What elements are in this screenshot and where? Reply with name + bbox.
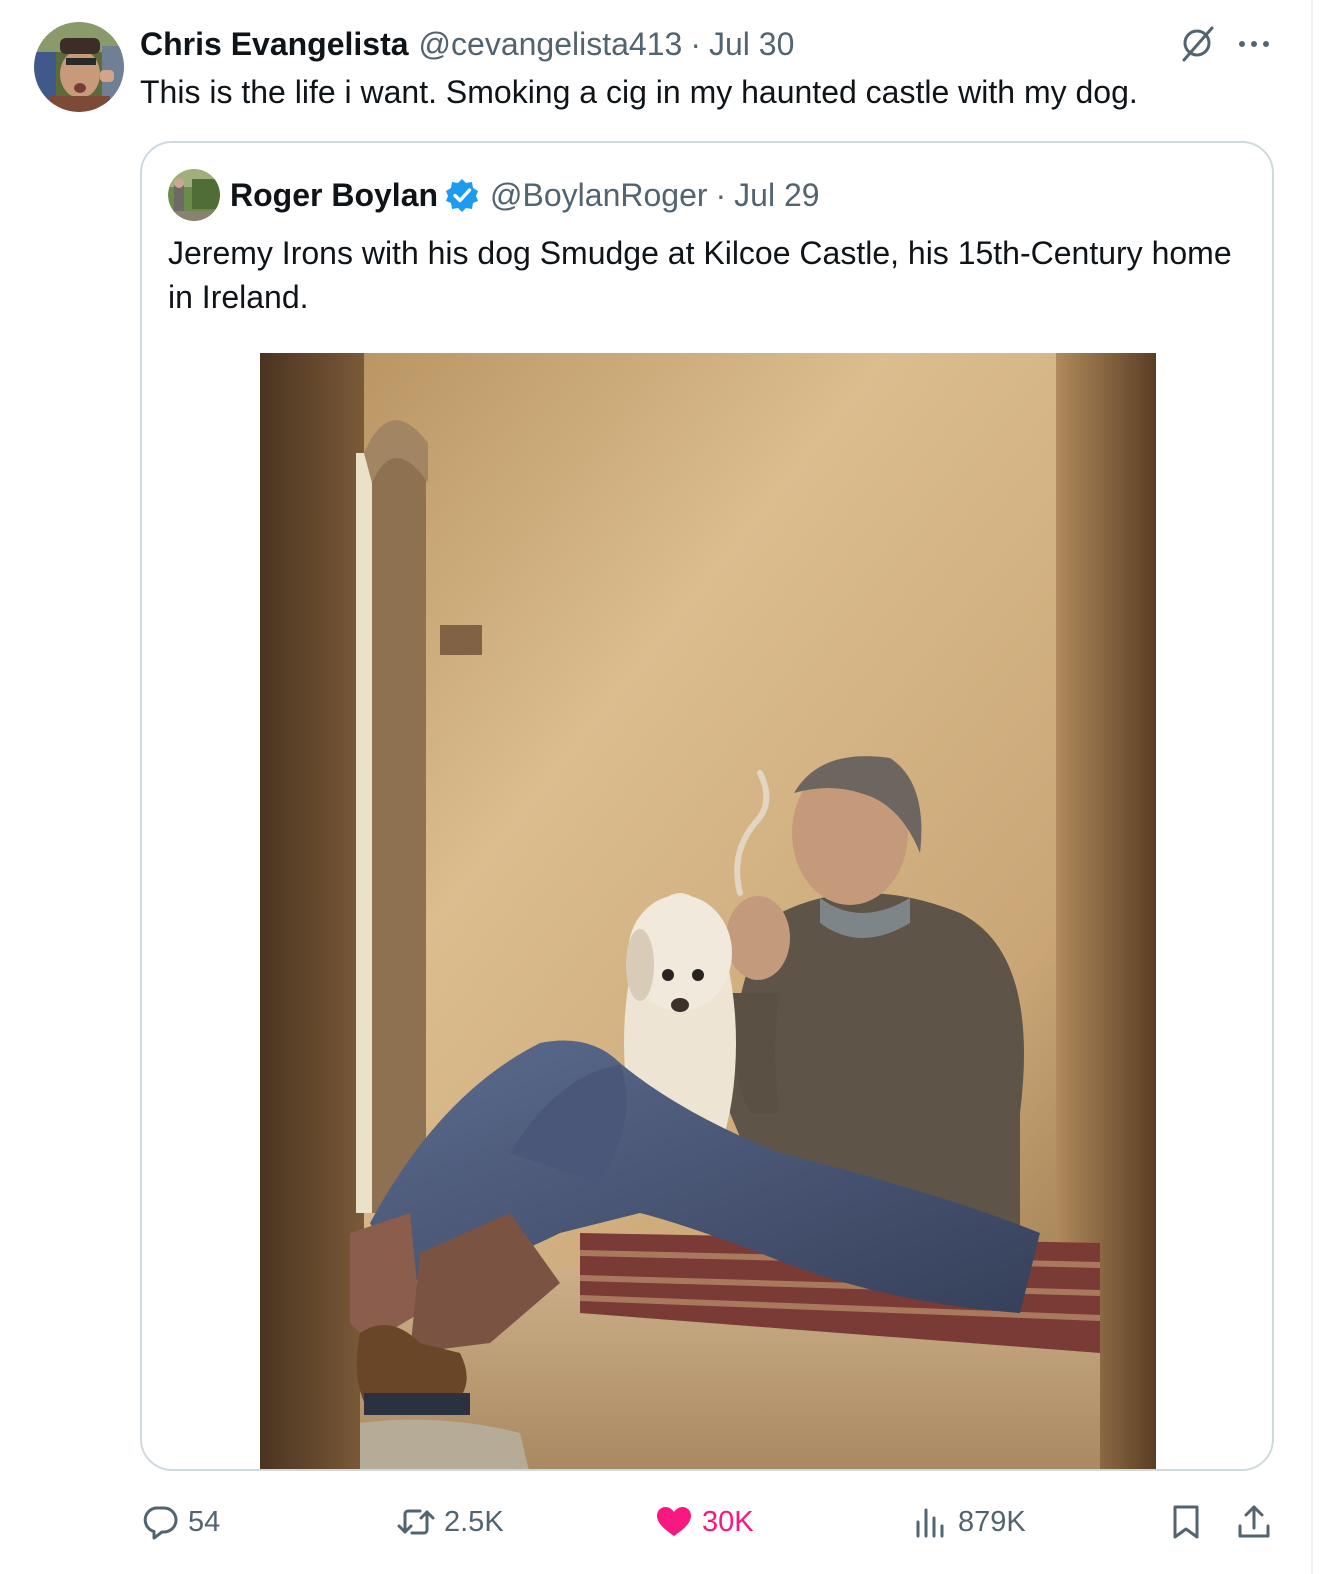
timeline-border <box>1311 0 1313 1574</box>
tweet[interactable]: Chris Evangelista @cevangelista413 · Jul… <box>0 0 1312 1574</box>
views-button[interactable]: 879K <box>910 1494 1026 1550</box>
grok-icon[interactable] <box>1178 24 1216 62</box>
tweet-header: Chris Evangelista @cevangelista413 · Jul… <box>140 24 794 64</box>
author-name[interactable]: Chris Evangelista <box>140 26 409 63</box>
quoted-author-avatar[interactable] <box>168 169 220 221</box>
share-icon <box>1238 1505 1270 1538</box>
quoted-tweet-header: Roger Boylan @BoylanRoger · Jul 29 <box>230 175 820 215</box>
repost-count: 2.5K <box>444 1505 504 1538</box>
heart-icon <box>657 1507 691 1536</box>
quoted-tweet-text: Jeremy Irons with his dog Smudge at Kilc… <box>168 235 1232 315</box>
action-bar: 54 2.5K 30K 879K <box>0 1494 1312 1550</box>
verified-badge-icon <box>446 179 479 212</box>
quoted-author-name[interactable]: Roger Boylan <box>230 177 438 214</box>
views-count: 879K <box>958 1505 1026 1538</box>
bookmark-icon <box>1173 1505 1199 1539</box>
quoted-separator-dot: · <box>715 176 727 213</box>
reply-count: 54 <box>188 1505 221 1538</box>
repost-button[interactable]: 2.5K <box>396 1494 504 1550</box>
tweet-text: This is the life i want. Smoking a cig i… <box>140 74 1138 110</box>
views-icon <box>916 1508 944 1538</box>
quoted-tweet-photo[interactable] <box>260 353 1156 1469</box>
quoted-author-handle[interactable]: @BoylanRoger <box>490 177 707 214</box>
more-icon[interactable] <box>1236 30 1272 58</box>
separator-dot: · <box>690 25 701 62</box>
repost-icon <box>397 1509 435 1535</box>
reply-icon <box>143 1506 178 1540</box>
share-button[interactable] <box>1234 1494 1282 1550</box>
like-button[interactable]: 30K <box>654 1494 754 1550</box>
tweet-timestamp[interactable]: Jul 30 <box>709 26 794 63</box>
bookmark-button[interactable] <box>1166 1494 1214 1550</box>
author-handle[interactable]: @cevangelista413 <box>419 26 683 63</box>
reply-button[interactable]: 54 <box>140 1494 220 1550</box>
quoted-tweet-timestamp[interactable]: Jul 29 <box>734 177 819 214</box>
like-count: 30K <box>702 1505 754 1538</box>
quoted-tweet[interactable]: Roger Boylan @BoylanRoger · Jul 29 Jerem… <box>140 141 1274 1471</box>
author-avatar[interactable] <box>34 22 124 112</box>
